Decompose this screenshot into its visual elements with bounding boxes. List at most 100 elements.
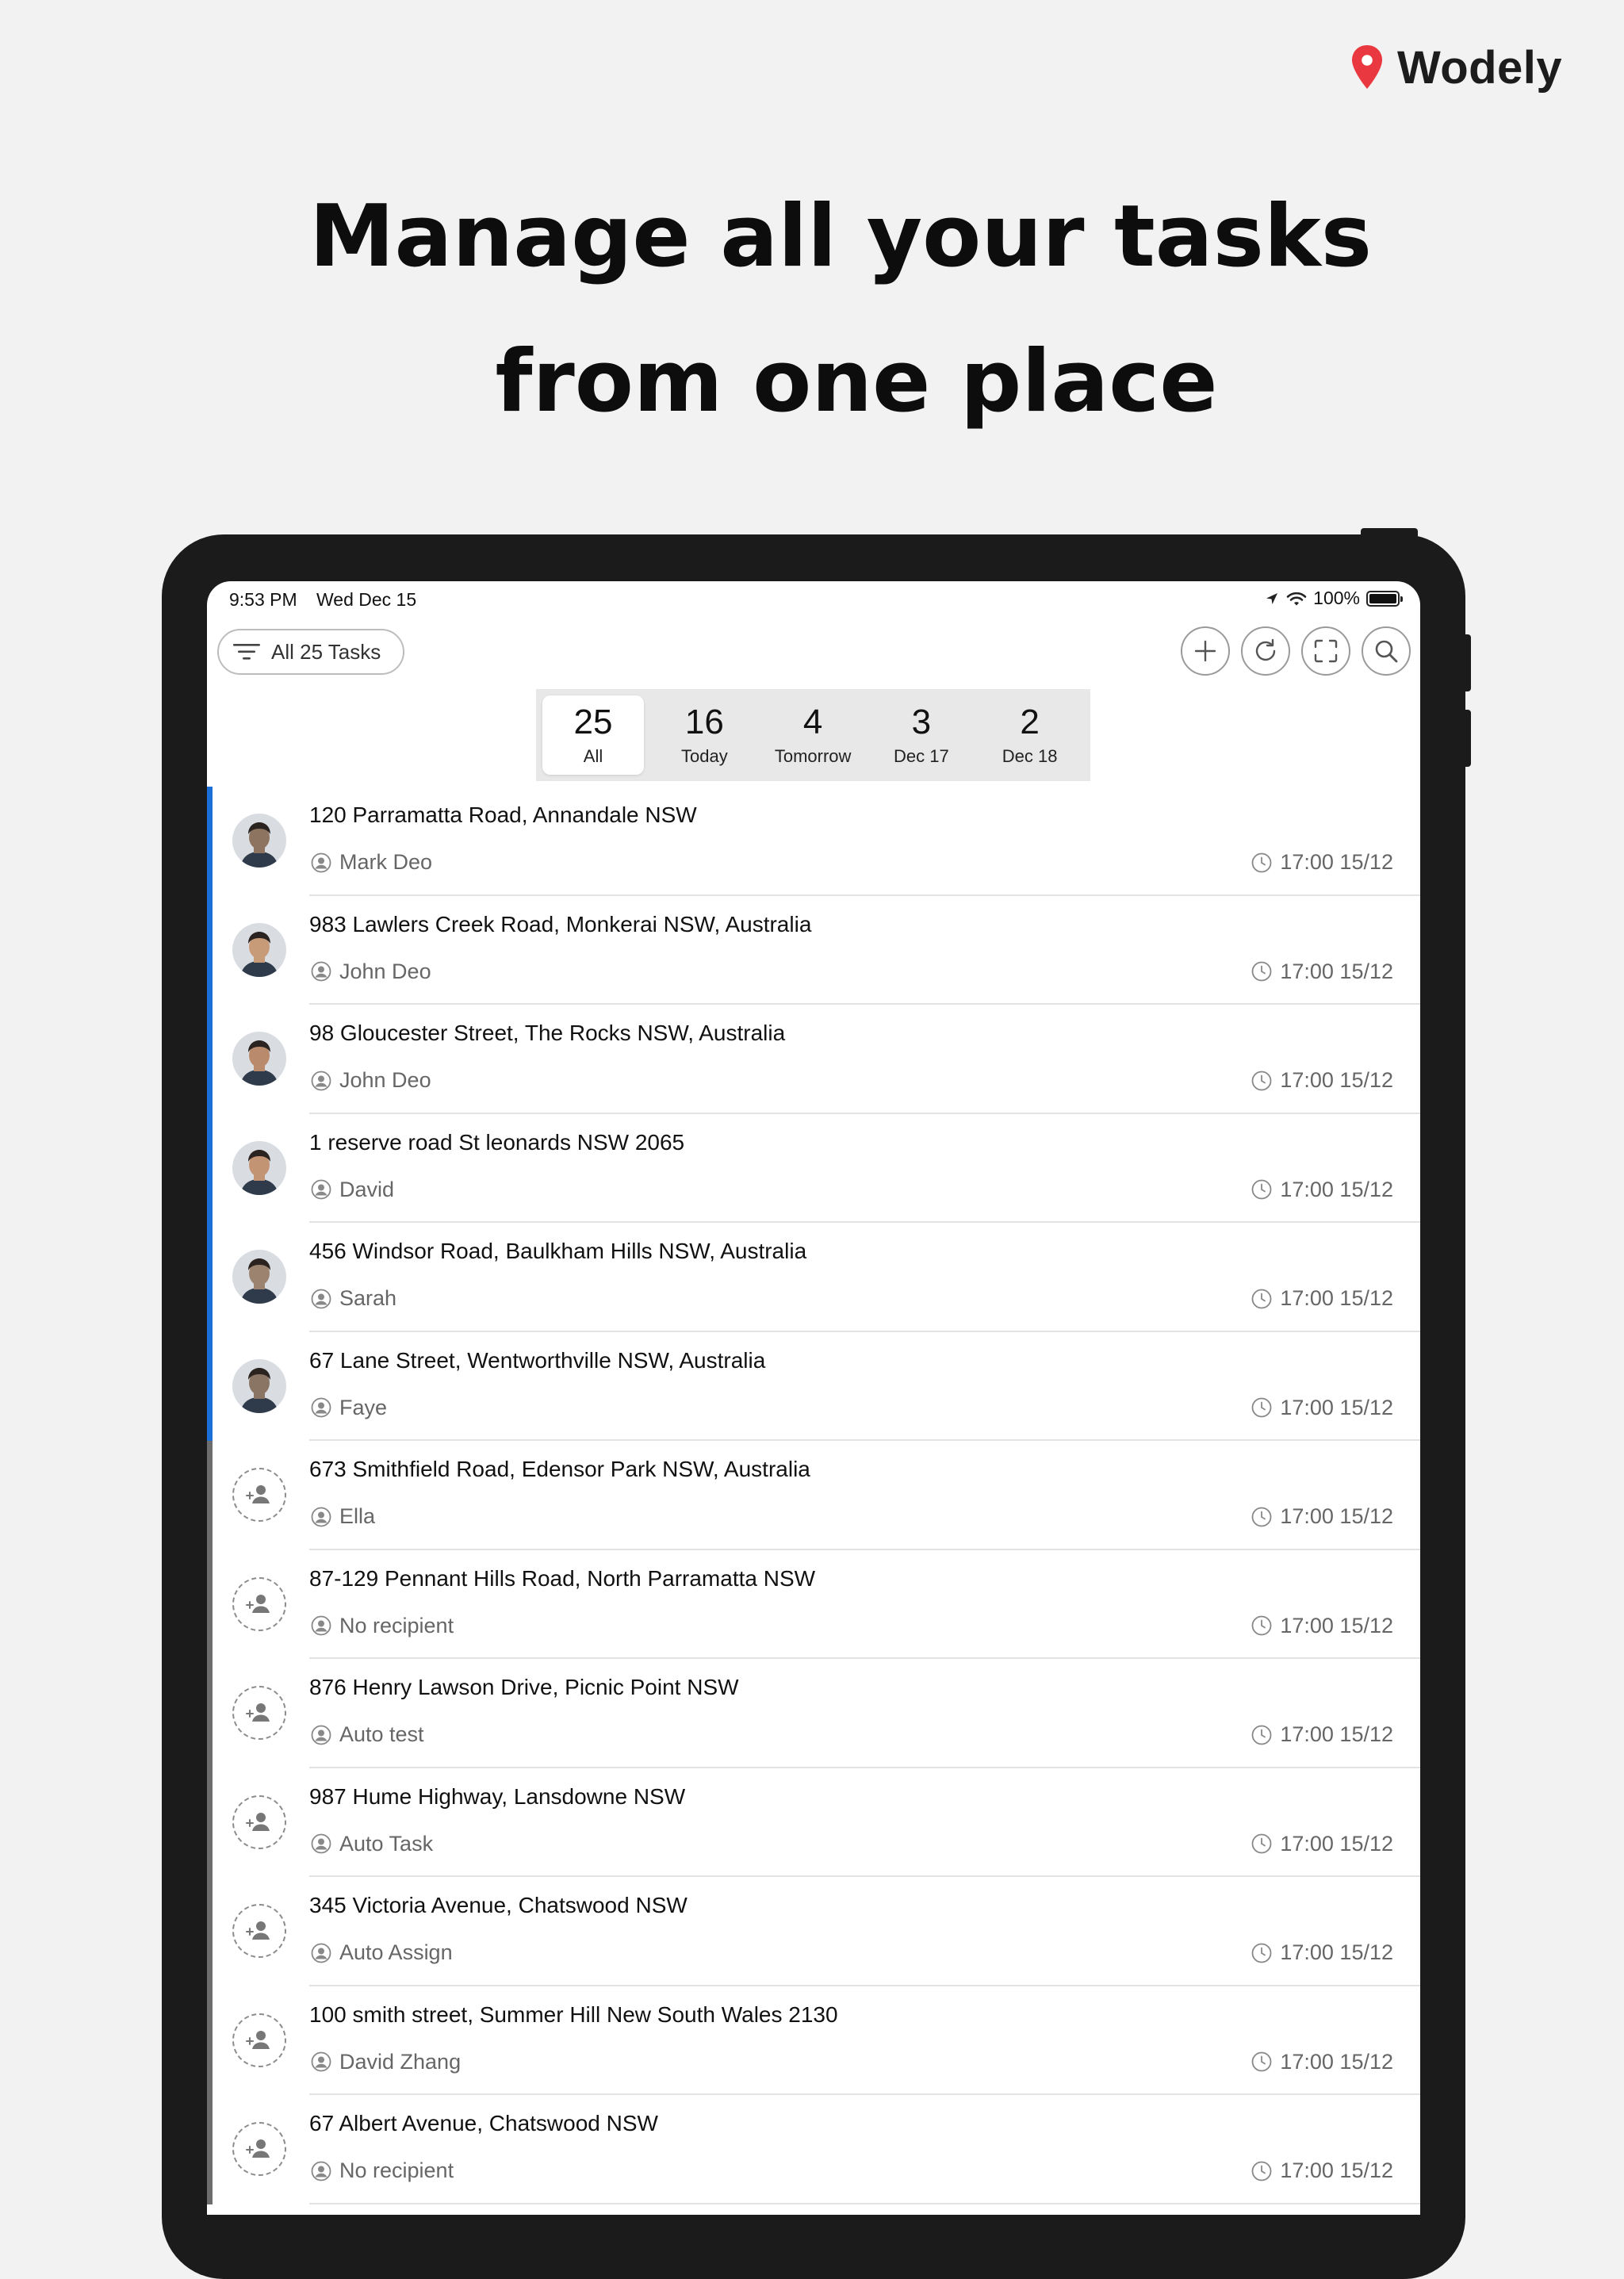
recipient-name: David Zhang <box>339 2049 462 2074</box>
recipient-name: John Deo <box>339 959 431 983</box>
headline-line-1: Manage all your tasks <box>308 187 1373 286</box>
due-time-label: 17:00 15/12 <box>1280 850 1393 874</box>
segment-count: 25 <box>573 703 613 741</box>
task-address: 67 Albert Avenue, Chatswood NSW <box>309 2111 658 2135</box>
segment-dec-17[interactable]: 3 Dec 17 <box>868 695 976 775</box>
task-status-bar <box>207 1986 213 2095</box>
unassigned-avatar[interactable] <box>232 1468 286 1522</box>
task-list: 120 Parramatta Road, Annandale NSW Mark D… <box>207 787 1420 2204</box>
date-segment-control: 25 All 16 Today 4 Tomorrow 3 Dec 17 2 De… <box>536 689 1090 781</box>
segment-count: 3 <box>911 703 932 741</box>
segment-dec-18[interactable]: 2 Dec 18 <box>975 695 1084 775</box>
filter-button[interactable]: All 25 Tasks <box>217 629 404 675</box>
toolbar-actions <box>1181 626 1411 676</box>
task-row[interactable]: 876 Henry Lawson Drive, Picnic Point NSW… <box>207 1659 1420 1768</box>
clock-icon <box>1251 1833 1272 1854</box>
status-date: Wed Dec 15 <box>316 589 417 610</box>
person-icon <box>311 2161 331 2181</box>
person-icon <box>311 1507 331 1526</box>
refresh-button[interactable] <box>1241 626 1290 676</box>
due-time-label: 17:00 15/12 <box>1280 1613 1393 1637</box>
battery-percent: 100% <box>1313 588 1360 608</box>
unassigned-avatar[interactable] <box>232 2122 286 2176</box>
brand-logo: Wodely <box>1348 41 1562 94</box>
unassigned-avatar[interactable] <box>232 1576 286 1631</box>
person-icon <box>311 1943 331 1963</box>
recipient-name: Auto Task <box>339 1831 434 1856</box>
battery-icon <box>1366 590 1403 607</box>
task-due-time: 17:00 15/12 <box>1251 1504 1393 1529</box>
task-row[interactable]: 98 Gloucester Street, The Rocks NSW, Aus… <box>207 1005 1420 1114</box>
segment-label: Dec 17 <box>894 746 949 766</box>
task-row[interactable]: 345 Victoria Avenue, Chatswood NSW Auto A… <box>207 1877 1420 1986</box>
task-status-bar <box>207 1659 213 1768</box>
refresh-icon <box>1255 638 1276 661</box>
task-row[interactable]: 1 reserve road St leonards NSW 2065 David… <box>207 1113 1420 1223</box>
unassigned-avatar[interactable] <box>232 2013 286 2067</box>
due-time-label: 17:00 15/12 <box>1280 959 1393 983</box>
task-recipient: David <box>311 1178 394 1202</box>
recipient-name: Auto test <box>339 1722 424 1746</box>
driver-avatar <box>232 1250 286 1304</box>
driver-avatar <box>232 1358 286 1413</box>
task-row[interactable]: 983 Lawlers Creek Road, Monkerai NSW, Au… <box>207 895 1420 1005</box>
add-driver-icon <box>246 1812 270 1831</box>
task-row[interactable]: 120 Parramatta Road, Annandale NSW Mark D… <box>207 787 1420 896</box>
task-row[interactable]: 456 Windsor Road, Baulkham Hills NSW, Au… <box>207 1223 1420 1332</box>
recipient-name: David <box>339 1177 395 1201</box>
clock-icon <box>1251 1507 1272 1526</box>
task-row[interactable]: 67 Lane Street, Wentworthville NSW, Aust… <box>207 1331 1420 1441</box>
task-recipient: Mark Deo <box>311 850 432 875</box>
add-driver-icon <box>246 1485 270 1503</box>
segment-label: Today <box>681 746 728 766</box>
due-time-label: 17:00 15/12 <box>1280 1068 1393 1092</box>
task-row[interactable]: 987 Hume Highway, Lansdowne NSW Auto Task… <box>207 1768 1420 1877</box>
task-status-bar <box>207 1223 213 1332</box>
add-task-button[interactable] <box>1181 626 1230 676</box>
add-driver-icon <box>246 2139 270 2158</box>
task-due-time: 17:00 15/12 <box>1251 1286 1393 1311</box>
segment-label: All <box>583 746 603 766</box>
add-driver-icon <box>246 2030 270 2049</box>
segment-tomorrow[interactable]: 4 Tomorrow <box>759 695 868 775</box>
search-button[interactable] <box>1362 626 1411 676</box>
segment-label: Dec 18 <box>1002 746 1058 766</box>
task-recipient: Faye <box>311 1396 387 1420</box>
search-icon <box>1375 640 1398 663</box>
task-due-time: 17:00 15/12 <box>1251 1068 1393 1093</box>
filter-icon <box>233 644 260 660</box>
clock-icon <box>1251 1615 1272 1636</box>
task-status-bar <box>207 1005 213 1114</box>
segment-all[interactable]: 25 All <box>542 695 644 775</box>
person-icon <box>311 2051 331 2072</box>
task-address: 983 Lawlers Creek Road, Monkerai NSW, Au… <box>309 911 812 936</box>
task-address: 345 Victoria Avenue, Chatswood NSW <box>309 1893 688 1917</box>
unassigned-avatar[interactable] <box>232 1904 286 1958</box>
due-time-label: 17:00 15/12 <box>1280 2158 1393 2182</box>
clock-icon <box>1251 1071 1272 1090</box>
fullscreen-button[interactable] <box>1301 626 1350 676</box>
unassigned-avatar[interactable] <box>232 1686 286 1740</box>
task-row[interactable]: 87-129 Pennant Hills Road, North Parrama… <box>207 1549 1420 1659</box>
unassigned-avatar[interactable] <box>232 1794 286 1849</box>
task-row[interactable]: 673 Smithfield Road, Edensor Park NSW, A… <box>207 1441 1420 1550</box>
task-row[interactable]: 100 smith street, Summer Hill New South … <box>207 1986 1420 2095</box>
location-arrow-icon <box>1266 592 1278 604</box>
task-status-bar <box>207 1768 213 1877</box>
person-icon <box>311 1397 331 1418</box>
person-icon <box>311 1289 331 1308</box>
task-due-time: 17:00 15/12 <box>1251 1832 1393 1856</box>
task-due-time: 17:00 15/12 <box>1251 959 1393 984</box>
task-row[interactable]: 67 Albert Avenue, Chatswood NSW No recipi… <box>207 2095 1420 2204</box>
recipient-name: Ella <box>339 1504 376 1528</box>
person-icon <box>311 961 331 982</box>
driver-avatar <box>232 1032 286 1086</box>
clock-icon <box>1251 1179 1272 1200</box>
task-recipient: No recipient <box>311 1614 454 1638</box>
recipient-name: Auto Assign <box>339 1940 453 1964</box>
segment-today[interactable]: 16 Today <box>650 695 759 775</box>
task-due-time: 17:00 15/12 <box>1251 1722 1393 1747</box>
recipient-name: No recipient <box>339 1613 454 1637</box>
headline-line-2: from one place <box>495 332 1218 431</box>
recipient-name: Faye <box>339 1395 388 1419</box>
